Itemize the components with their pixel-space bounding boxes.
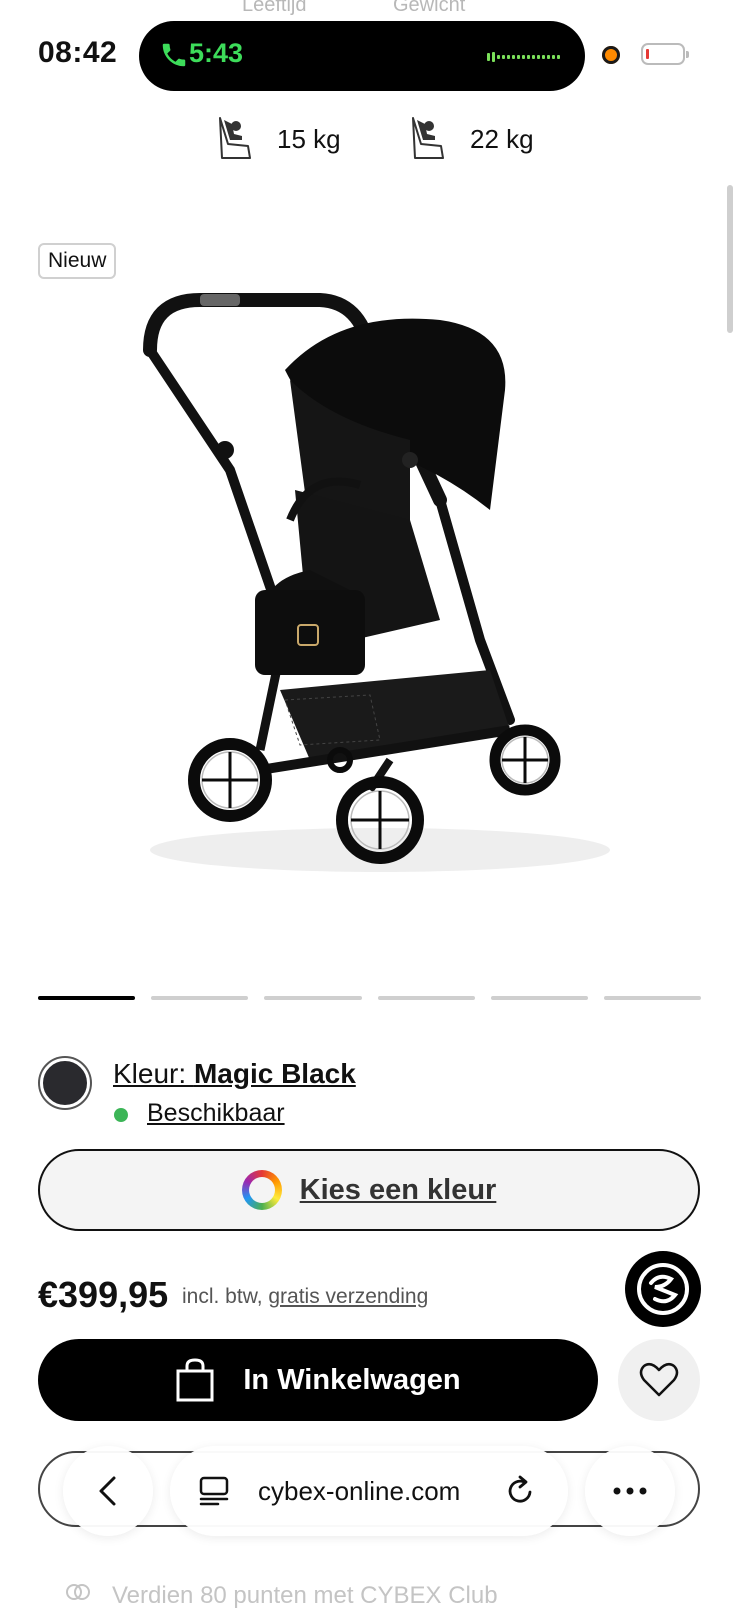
spec-weight-1: 15 kg [277,124,341,154]
availability-dot-icon [114,1108,128,1122]
page-scrollbar[interactable] [727,185,733,333]
color-swatch[interactable] [40,1058,90,1108]
add-to-cart-button[interactable]: In Winkelwagen [38,1339,598,1421]
tab-overview-icon [199,1476,229,1506]
color-prefix: Kleur: [113,1058,194,1089]
shopping-bag-icon [176,1358,214,1402]
chevron-left-icon [99,1476,116,1506]
color-name: Magic Black [193,1058,356,1089]
car-seat-icon [412,117,444,159]
faded-header-labels: Leeftijd Gewicht [0,0,738,18]
vat-note: incl. btw, [182,1285,269,1308]
age-label: Leeftijd [242,0,307,16]
url-text: cybex-online.com [258,1476,461,1506]
gallery-dot-4[interactable] [377,996,475,1000]
car-seat-icon [219,117,251,159]
image-gallery-indicator[interactable] [38,996,702,1000]
dynamic-island-call[interactable]: 5:43 [139,21,585,91]
gallery-dot-6[interactable] [603,996,702,1000]
audio-waveform-icon [487,52,560,62]
price-note: incl. btw, gratis verzending [182,1285,428,1309]
battery-icon [641,43,689,65]
color-label[interactable]: Kleur: Magic Black [113,1058,356,1090]
gallery-dot-1[interactable] [38,996,136,1000]
address-bar[interactable]: cybex-online.com [170,1446,568,1536]
availability-link[interactable]: Beschikbaar [147,1099,285,1128]
status-time: 08:42 [38,36,118,69]
price: €399,95 [38,1274,169,1315]
choose-color-label: Kies een kleur [299,1173,497,1206]
spec-weight-2: 22 kg [470,124,534,154]
wishlist-button[interactable] [618,1339,700,1421]
choose-color-button[interactable]: Kies een kleur [38,1149,700,1231]
stroller-product-image[interactable] [110,290,630,910]
gallery-dot-5[interactable] [490,996,588,1000]
weight-label: Gewicht [393,0,466,16]
cybex-logo-icon [637,1263,689,1315]
free-shipping-link[interactable]: gratis verzending [268,1285,428,1308]
reload-icon[interactable] [504,1475,536,1507]
new-badge: Nieuw [38,243,117,279]
back-button[interactable] [63,1446,153,1536]
gallery-dot-2[interactable] [151,996,249,1000]
ellipsis-icon [613,1487,647,1495]
color-wheel-icon [241,1170,282,1210]
add-to-cart-label: In Winkelwagen [243,1363,461,1396]
club-points-text: Verdien 80 punten met CYBEX Club [112,1582,498,1609]
cybex-chat-button[interactable] [625,1251,701,1327]
call-duration: 5:43 [189,38,244,68]
mic-indicator-icon [602,46,620,64]
phone-icon [162,43,186,67]
club-icon [66,1584,90,1600]
more-options-button[interactable] [585,1446,675,1536]
gallery-dot-3[interactable] [264,996,362,1000]
heart-icon [639,1362,679,1397]
